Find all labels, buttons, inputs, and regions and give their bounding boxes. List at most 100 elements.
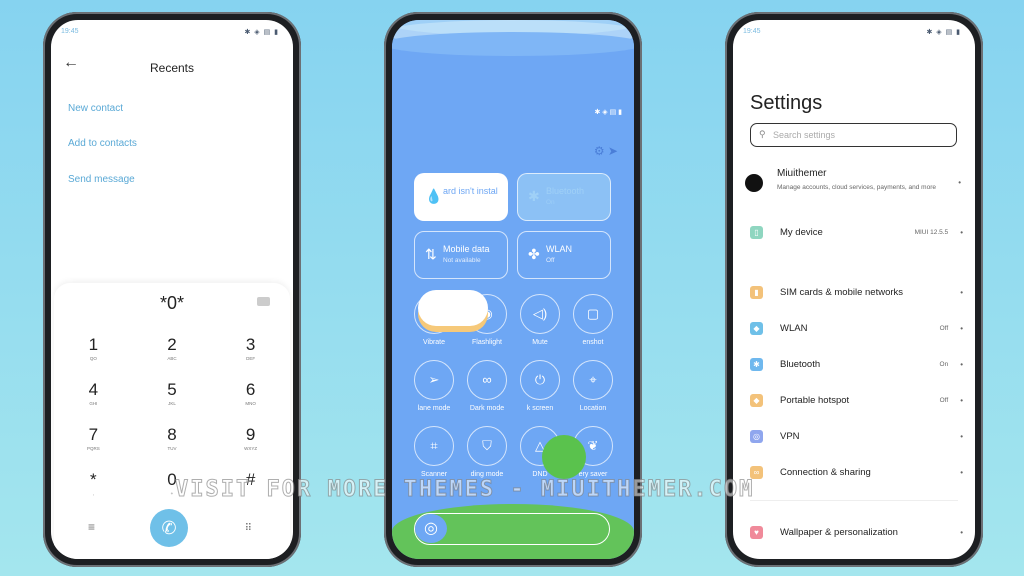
toggle-label: Vibrate bbox=[422, 339, 446, 346]
toggle-icon: ⌖ bbox=[589, 372, 597, 387]
row-label: SIM cards & mobile networks bbox=[780, 286, 904, 298]
toggle-button[interactable]: ∞ bbox=[467, 360, 507, 400]
toggle-label: k screen bbox=[526, 405, 554, 412]
dial-key[interactable]: 6 MNO bbox=[211, 380, 290, 415]
chevron-right-icon: • bbox=[960, 359, 963, 369]
call-button[interactable]: ✆ bbox=[150, 509, 188, 547]
backspace-icon[interactable] bbox=[257, 297, 270, 306]
row-value: Off bbox=[939, 396, 949, 404]
dial-key[interactable]: 2 ABC bbox=[133, 335, 212, 370]
account-row[interactable]: Miuithemer Manage accounts, cloud servic… bbox=[745, 168, 963, 204]
send-message-link[interactable]: Send message bbox=[68, 174, 135, 185]
chevron-right-icon: • bbox=[960, 395, 963, 405]
toggle-icon: ▢ bbox=[586, 306, 600, 321]
tile-label: WLAN bbox=[546, 244, 573, 254]
dial-key[interactable]: 3 DEF bbox=[211, 335, 290, 370]
toggle-button[interactable]: ▢ bbox=[573, 294, 613, 334]
tile-label: Bluetooth bbox=[546, 186, 585, 196]
wlan-icon: ✤ bbox=[528, 246, 540, 262]
page-title: Settings bbox=[750, 92, 823, 114]
toggle-icon: ➢ bbox=[428, 372, 440, 387]
new-contact-link[interactable]: New contact bbox=[68, 103, 123, 114]
dial-key[interactable]: 1 QO bbox=[54, 335, 133, 370]
tile-mobile-data[interactable]: ⇅ Mobile data Not available bbox=[414, 231, 508, 279]
dial-key[interactable]: 4 GHI bbox=[54, 380, 133, 415]
status-bar: 19:45 ✱ ◈ ▤ ▮ bbox=[743, 28, 961, 36]
toggle-button[interactable]: ⛉ bbox=[467, 426, 507, 466]
settings-icon[interactable]: ⚙ ➤ bbox=[594, 144, 618, 158]
tile-data[interactable]: 💧 ard isn't instal bbox=[414, 173, 508, 221]
watermark: VISIT FOR MORE THEMES - MIUITHEMER.COM bbox=[174, 477, 755, 503]
chevron-right-icon: • bbox=[960, 527, 963, 537]
mobile-data-icon: ⇅ bbox=[425, 246, 437, 262]
dialpad-toggle-icon[interactable]: ⠿ bbox=[245, 523, 252, 534]
dial-key[interactable]: 9 WXYZ bbox=[211, 425, 290, 460]
dial-key[interactable]: 7 PQRS bbox=[54, 425, 133, 460]
key-digit: 2 bbox=[167, 335, 177, 354]
key-digit: 6 bbox=[245, 380, 256, 399]
tile-sub: Not available bbox=[443, 257, 481, 264]
key-digit: 4 bbox=[88, 380, 99, 399]
cloud-decoration bbox=[418, 290, 488, 326]
toggle-icon: ❦ bbox=[587, 438, 599, 453]
toggle-button[interactable]: ⌖ bbox=[573, 360, 613, 400]
row-value: MIUI 12.5.5 bbox=[914, 228, 949, 236]
tile-bluetooth[interactable]: ✱ Bluetooth On bbox=[517, 173, 611, 221]
row-icon: ▮ bbox=[750, 285, 763, 299]
key-digit: 7 bbox=[88, 425, 99, 444]
add-to-contacts-link[interactable]: Add to contacts bbox=[68, 138, 137, 149]
dial-key[interactable]: 8 TUV bbox=[133, 425, 212, 460]
key-digit: 8 bbox=[167, 425, 177, 444]
settings-screen: 19:45 ✱ ◈ ▤ ▮ Settings ⚲ Search settings M… bbox=[733, 20, 975, 559]
settings-row[interactable]: ◆ WLAN Off • bbox=[750, 318, 963, 338]
account-name: Miuithemer bbox=[777, 168, 827, 179]
tile-label: ard isn't instal bbox=[443, 186, 498, 196]
key-digit: 5 bbox=[167, 380, 177, 399]
settings-row[interactable]: ∞ Connection & sharing • bbox=[750, 462, 963, 482]
toggle-icon: ⏻ bbox=[534, 372, 546, 387]
search-input[interactable]: ⚲ Search settings bbox=[750, 123, 957, 147]
status-icons: ✱ ◈ ▤ ▮ bbox=[594, 109, 622, 116]
chevron-right-icon: • bbox=[960, 287, 963, 297]
row-label: Bluetooth bbox=[780, 358, 821, 370]
key-letters: ABC bbox=[167, 356, 177, 361]
menu-icon[interactable]: ≡ bbox=[88, 520, 95, 534]
row-icon: ◆ bbox=[750, 321, 763, 335]
settings-row[interactable]: ▮ SIM cards & mobile networks • bbox=[750, 282, 963, 302]
tile-label: Mobile data bbox=[443, 244, 490, 254]
row-label: Wallpaper & personalization bbox=[780, 526, 898, 538]
settings-row[interactable]: ✱ Bluetooth On • bbox=[750, 354, 963, 374]
toggle-button[interactable]: ⌗ bbox=[414, 426, 454, 466]
key-letters: DEF bbox=[246, 356, 256, 361]
device-icon: ▯ bbox=[750, 225, 763, 239]
tile-sub: On bbox=[546, 199, 555, 206]
drop-icon: 💧 bbox=[425, 188, 443, 204]
settings-row[interactable]: ◎ VPN • bbox=[750, 426, 963, 446]
status-bar: 19:45 ✱ ◈ ▤ ▮ bbox=[61, 28, 279, 36]
status-icons: ✱ ◈ ▤ ▮ bbox=[244, 29, 279, 36]
key-letters: WXYZ bbox=[244, 446, 258, 451]
toggle-button[interactable]: ⏻ bbox=[520, 360, 560, 400]
dial-key[interactable]: *, bbox=[54, 470, 133, 505]
settings-row[interactable]: ◆ Portable hotspot Off • bbox=[750, 390, 963, 410]
toggle-button[interactable]: ◁) bbox=[520, 294, 560, 334]
key-letters: , bbox=[92, 491, 94, 496]
my-device-row[interactable]: ▯ My device MIUI 12.5.5 • bbox=[750, 222, 963, 242]
key-letters: JKL bbox=[168, 401, 176, 406]
search-placeholder: Search settings bbox=[773, 130, 836, 140]
row-icon: ✱ bbox=[750, 357, 763, 371]
row-icon: ◎ bbox=[750, 429, 763, 443]
toggle-button[interactable]: ➢ bbox=[414, 360, 454, 400]
key-letters: MNO bbox=[245, 401, 256, 406]
toggle-icon: ◁) bbox=[532, 306, 548, 321]
divider bbox=[750, 500, 958, 501]
brightness-icon: ◎ bbox=[415, 514, 447, 543]
row-label: VPN bbox=[780, 430, 800, 442]
settings-row[interactable]: ♥ Wallpaper & personalization • bbox=[750, 522, 963, 542]
dial-key[interactable]: 5 JKL bbox=[133, 380, 212, 415]
key-digit: * bbox=[90, 470, 97, 489]
brightness-slider[interactable]: ◎ bbox=[414, 513, 610, 545]
tile-wlan[interactable]: ✤ WLAN Off bbox=[517, 231, 611, 279]
chevron-right-icon: • bbox=[960, 323, 963, 333]
dialed-number: *0* bbox=[159, 293, 185, 313]
